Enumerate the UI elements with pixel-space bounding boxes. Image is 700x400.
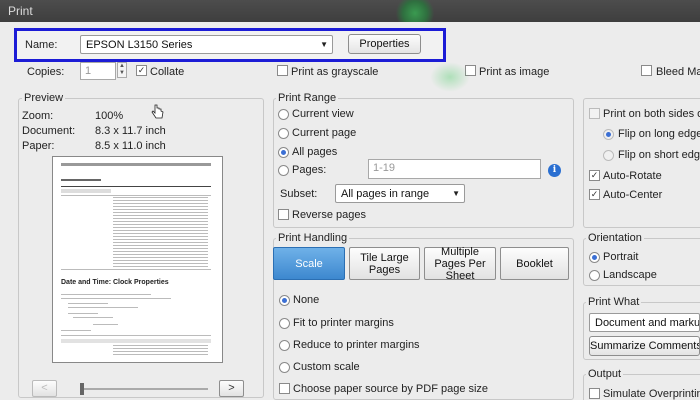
print-handling-title: Print Handling bbox=[276, 232, 350, 244]
copies-input[interactable]: 1 bbox=[80, 62, 116, 80]
both-sides-checkbox[interactable] bbox=[589, 108, 600, 119]
print-dialog: Name: EPSON L3150 Series ▼ Properties Co… bbox=[0, 22, 700, 400]
bleed-marks-label: Bleed Ma bbox=[656, 66, 700, 78]
preview-title: Preview bbox=[22, 92, 66, 104]
zoom-slider-thumb[interactable] bbox=[80, 383, 84, 395]
current-page-radio[interactable] bbox=[278, 128, 289, 139]
subset-select-value: All pages in range bbox=[341, 188, 430, 200]
page-heading: Date and Time: Clock Properties bbox=[61, 279, 169, 286]
reverse-pages-checkbox[interactable] bbox=[278, 209, 289, 220]
orientation-title: Orientation bbox=[586, 232, 644, 244]
copies-label: Copies: bbox=[27, 66, 65, 78]
print-range-title: Print Range bbox=[276, 92, 339, 104]
simulate-overprinting-checkbox[interactable] bbox=[589, 388, 600, 399]
current-page-label: Current page bbox=[292, 127, 357, 139]
fit-margins-label: Fit to printer margins bbox=[293, 317, 394, 329]
print-what-select-value: Document and markups bbox=[595, 317, 700, 329]
scale-none-radio[interactable] bbox=[279, 295, 290, 306]
all-pages-label: All pages bbox=[292, 146, 338, 158]
landscape-label: Landscape bbox=[603, 269, 657, 281]
all-pages-radio[interactable] bbox=[278, 147, 289, 158]
auto-center-label: Auto-Center bbox=[603, 189, 663, 201]
subset-label: Subset: bbox=[280, 188, 318, 200]
long-edge-radio[interactable] bbox=[603, 129, 614, 140]
highlight-glow bbox=[430, 62, 470, 92]
green-circle-icon bbox=[395, 0, 435, 22]
short-edge-radio[interactable] bbox=[603, 150, 614, 161]
printer-select[interactable]: EPSON L3150 Series ▼ bbox=[80, 35, 333, 54]
page-preview: Date and Time: Clock Properties bbox=[52, 156, 223, 363]
chevron-down-icon: ▼ bbox=[320, 40, 328, 49]
print-as-image-label: Print as image bbox=[479, 66, 550, 78]
zoom-slider-track bbox=[80, 388, 208, 390]
custom-scale-radio[interactable] bbox=[279, 362, 290, 373]
print-what-title: Print What bbox=[586, 296, 642, 308]
previous-page-button[interactable]: < bbox=[32, 380, 57, 397]
collate-checkbox[interactable]: ✓ bbox=[136, 65, 147, 76]
zoom-label: Zoom: bbox=[22, 110, 54, 122]
printer-name-label: Name: bbox=[25, 39, 58, 51]
paper-source-label: Choose paper source by PDF page size bbox=[293, 383, 489, 395]
pages-radio[interactable] bbox=[278, 165, 289, 176]
output-title: Output bbox=[586, 368, 624, 380]
zoom-value: 100% bbox=[95, 110, 124, 122]
next-page-button[interactable]: > bbox=[219, 380, 244, 397]
copies-stepper[interactable]: ▲ ▼ bbox=[117, 62, 127, 78]
short-edge-label: Flip on short edge bbox=[618, 149, 700, 161]
auto-rotate-checkbox[interactable]: ✓ bbox=[589, 170, 600, 181]
printer-select-value: EPSON L3150 Series bbox=[86, 39, 193, 51]
scale-button[interactable]: Scale bbox=[273, 247, 345, 280]
portrait-label: Portrait bbox=[603, 251, 639, 263]
document-value: 8.3 x 11.7 inch bbox=[95, 125, 166, 137]
landscape-radio[interactable] bbox=[589, 270, 600, 281]
page-thumbnail bbox=[61, 163, 211, 355]
printer-name-row: Name: EPSON L3150 Series ▼ Properties bbox=[14, 28, 446, 62]
reduce-margins-label: Reduce to printer margins bbox=[293, 339, 420, 351]
portrait-radio[interactable] bbox=[589, 252, 600, 263]
window-titlebar: Print bbox=[0, 0, 700, 22]
current-view-label: Current view bbox=[292, 108, 354, 120]
info-icon[interactable]: i bbox=[548, 164, 561, 177]
paper-label: Paper: bbox=[22, 140, 55, 152]
simulate-overprinting-label: Simulate Overprinting bbox=[603, 388, 700, 400]
subset-select[interactable]: All pages in range ▼ bbox=[335, 184, 465, 203]
properties-button[interactable]: Properties bbox=[348, 34, 421, 54]
auto-rotate-label: Auto-Rotate bbox=[603, 170, 662, 182]
paper-source-checkbox[interactable] bbox=[279, 383, 290, 394]
pages-input[interactable]: 1-19 bbox=[368, 159, 541, 179]
reduce-margins-radio[interactable] bbox=[279, 340, 290, 351]
collate-label: Collate bbox=[150, 66, 185, 78]
current-view-radio[interactable] bbox=[278, 109, 289, 120]
summarize-comments-button[interactable]: Summarize Comments bbox=[589, 336, 700, 356]
tile-large-pages-button[interactable]: Tile Large Pages bbox=[349, 247, 420, 280]
scale-none-label: None bbox=[293, 294, 320, 306]
bleed-marks-checkbox[interactable] bbox=[641, 65, 652, 76]
grayscale-checkbox[interactable] bbox=[277, 65, 288, 76]
window-title: Print bbox=[8, 4, 33, 18]
pages-label: Pages: bbox=[292, 164, 327, 176]
fit-margins-radio[interactable] bbox=[279, 318, 290, 329]
long-edge-label: Flip on long edge bbox=[618, 128, 700, 140]
multiple-pages-button[interactable]: Multiple Pages Per Sheet bbox=[424, 246, 496, 282]
grayscale-label: Print as grayscale bbox=[291, 66, 379, 78]
print-what-select[interactable]: Document and markups bbox=[589, 313, 700, 332]
auto-center-checkbox[interactable]: ✓ bbox=[589, 189, 600, 200]
both-sides-label: Print on both sides o bbox=[603, 108, 700, 120]
booklet-button[interactable]: Booklet bbox=[500, 247, 569, 280]
paper-value: 8.5 x 11.0 inch bbox=[95, 140, 166, 152]
reverse-pages-label: Reverse pages bbox=[292, 209, 366, 221]
document-label: Document: bbox=[22, 125, 76, 137]
custom-scale-label: Custom scale bbox=[293, 361, 360, 373]
chevron-down-icon: ▼ bbox=[452, 189, 460, 198]
